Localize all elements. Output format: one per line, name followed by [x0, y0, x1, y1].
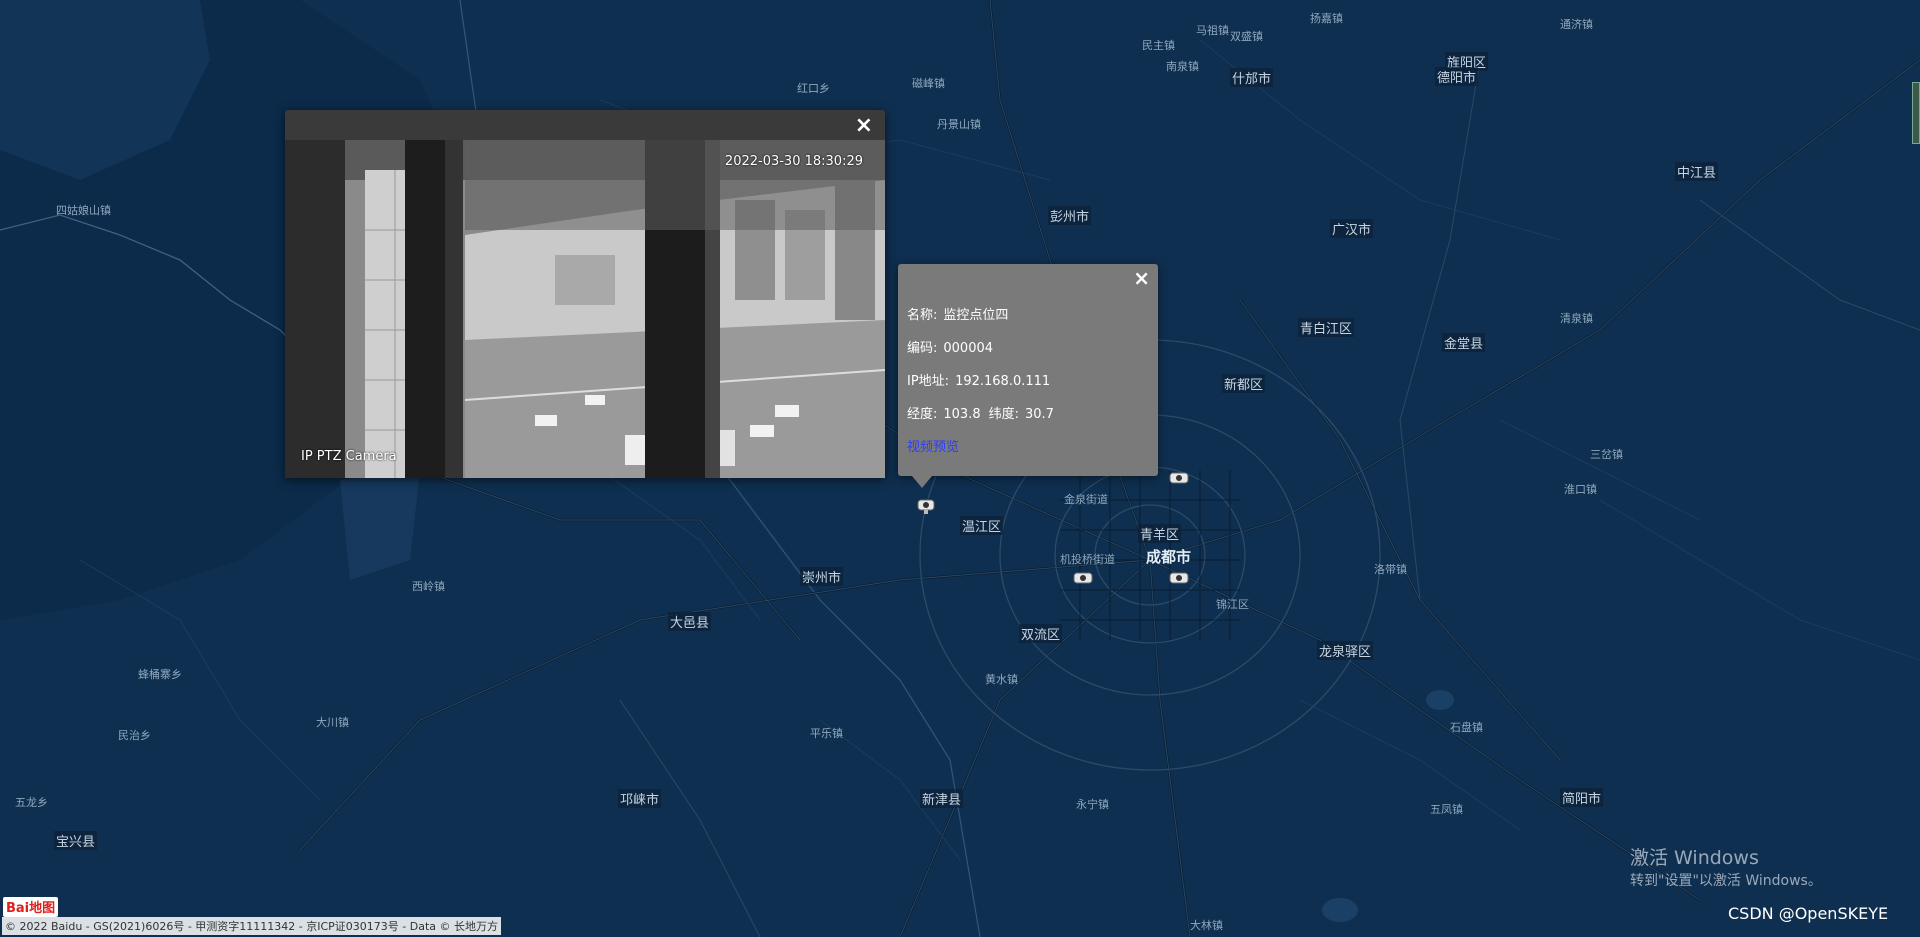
- info-name-key: 名称:: [907, 308, 938, 323]
- map-label: 马祖镇: [1196, 24, 1229, 37]
- info-lng-value: 103.8: [943, 407, 981, 422]
- map-label: 金堂县: [1442, 333, 1486, 352]
- map-label: 南泉镇: [1166, 60, 1199, 73]
- map-label: 邛崃市: [618, 789, 662, 808]
- video-preview-link[interactable]: 视频预览: [907, 440, 959, 455]
- video-camera-name: IP PTZ Camera: [301, 449, 397, 464]
- map-label: 大邑县: [668, 612, 712, 631]
- map-label: 新津县: [920, 789, 964, 808]
- info-code-key: 编码:: [907, 341, 938, 356]
- close-icon[interactable]: ×: [855, 114, 873, 138]
- popup-pointer: [912, 476, 932, 488]
- map-label: 德阳市: [1435, 67, 1479, 86]
- camera-marker-icon[interactable]: [1072, 570, 1094, 588]
- map-label: 崇州市: [800, 567, 844, 586]
- map-label: 温江区: [960, 516, 1004, 535]
- camera-info-popup: × 名称: 监控点位四 编码: 000004 IP地址: 192.168.0.111 …: [898, 264, 1158, 476]
- map-label: 什邡市: [1230, 68, 1274, 87]
- info-code-row: 编码: 000004: [907, 337, 993, 356]
- map-zoom-control[interactable]: [1912, 82, 1920, 144]
- map-label: 丹景山镇: [937, 118, 981, 131]
- map-label: 石盘镇: [1450, 721, 1483, 734]
- map-label: 红口乡: [797, 82, 830, 95]
- map-label: 平乐镇: [810, 727, 843, 740]
- map-copyright: © 2022 Baidu - GS(2021)6026号 - 甲测资字11111…: [2, 917, 502, 935]
- map-label: 扬嘉镇: [1310, 12, 1343, 25]
- map-label: 中江县: [1675, 162, 1719, 181]
- info-name-value: 监控点位四: [943, 308, 1009, 323]
- map-label: 广汉市: [1330, 219, 1374, 238]
- map-label: 双流区: [1019, 624, 1063, 643]
- video-popup: × 2022-03-30 18:30:29 IP PTZ Camera: [285, 110, 885, 478]
- map-label: 四姑娘山镇: [56, 204, 111, 217]
- watermark-line2: 转到"设置"以激活 Windows。: [1630, 873, 1822, 889]
- map-label: 三岔镇: [1590, 448, 1623, 461]
- map-label: 新都区: [1222, 374, 1266, 393]
- info-ip-row: IP地址: 192.168.0.111: [907, 370, 1050, 389]
- map-label: 蜂桶寨乡: [138, 668, 182, 681]
- map-label: 洛带镇: [1374, 563, 1407, 576]
- camera-marker-icon[interactable]: [916, 497, 938, 515]
- map-label: 锦江区: [1216, 598, 1249, 611]
- map-label: 大林镇: [1190, 919, 1223, 932]
- map-label: 青羊区: [1138, 524, 1182, 543]
- map-label: 西岭镇: [412, 580, 445, 593]
- info-code-value: 000004: [943, 341, 994, 356]
- camera-marker-icon[interactable]: [1168, 570, 1190, 588]
- map-label: 清泉镇: [1560, 312, 1593, 325]
- info-name-row: 名称: 监控点位四: [907, 304, 1008, 323]
- map-label: 金泉街道: [1064, 493, 1108, 506]
- close-icon[interactable]: ×: [1133, 266, 1150, 290]
- map-label: 机投桥街道: [1060, 553, 1115, 566]
- map-label: 五龙乡: [15, 796, 48, 809]
- video-timestamp: 2022-03-30 18:30:29: [724, 154, 863, 169]
- info-lat-key: 纬度:: [988, 407, 1019, 422]
- map-label: 黄水镇: [985, 673, 1018, 686]
- map-label: 简阳市: [1560, 788, 1604, 807]
- info-lat-value: 30.7: [1025, 407, 1054, 422]
- map-label: 磁峰镇: [912, 77, 945, 90]
- map-label: 民主镇: [1142, 39, 1175, 52]
- map-label: 宝兴县: [54, 831, 98, 850]
- map-label: 永宁镇: [1076, 798, 1109, 811]
- info-ip-value: 192.168.0.111: [955, 374, 1051, 389]
- info-link-row: 视频预览: [907, 436, 959, 455]
- info-coords-row: 经度: 103.8 纬度: 30.7: [907, 403, 1054, 422]
- map-label: 民治乡: [118, 729, 151, 742]
- baidu-logo: Bai地图: [3, 897, 59, 917]
- map-label: 彭州市: [1048, 206, 1092, 225]
- map-label: 淮口镇: [1564, 483, 1597, 496]
- video-player[interactable]: 2022-03-30 18:30:29 IP PTZ Camera: [285, 140, 885, 478]
- camera-feed-image: [285, 140, 885, 478]
- camera-marker-icon[interactable]: [1168, 470, 1190, 488]
- map-label: 大川镇: [316, 716, 349, 729]
- csdn-credit: CSDN @OpenSKEYE: [1728, 904, 1889, 923]
- map-label: 五凤镇: [1430, 803, 1463, 816]
- info-lng-key: 经度:: [907, 407, 938, 422]
- map-label: 双盛镇: [1230, 30, 1263, 43]
- windows-activation-watermark: 激活 Windows 转到"设置"以激活 Windows。: [1630, 843, 1822, 890]
- map-label: 青白江区: [1298, 318, 1355, 337]
- watermark-line1: 激活 Windows: [1630, 847, 1759, 869]
- map-label: 通济镇: [1560, 18, 1593, 31]
- map-label: 龙泉驿区: [1317, 641, 1374, 660]
- map-label: 成都市: [1146, 548, 1192, 566]
- info-ip-key: IP地址:: [907, 374, 950, 389]
